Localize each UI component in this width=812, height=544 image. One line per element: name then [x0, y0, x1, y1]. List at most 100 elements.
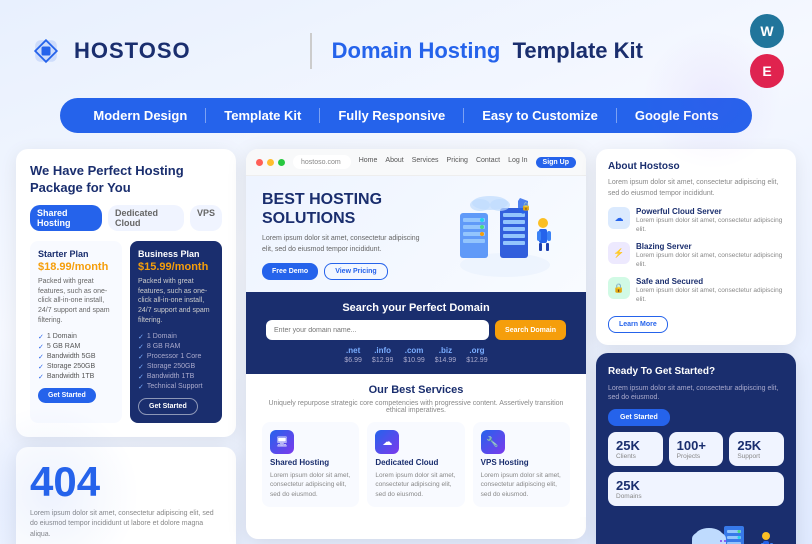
starter-plan: Starter Plan $18.99/month Packed with gr…: [30, 241, 122, 423]
cloud-server-text: Powerful Cloud Server Lorem ipsum dolor …: [636, 207, 784, 234]
stat-support-num: 25K: [737, 438, 776, 453]
right-panel: About Hostoso Lorem ipsum dolor sit amet…: [596, 149, 796, 539]
dot-yellow: [267, 159, 274, 166]
feature-responsive: Fully Responsive: [320, 108, 464, 123]
domain-search-section: Search your Perfect Domain Search Domain…: [246, 292, 586, 374]
nav-link-pricing[interactable]: Pricing: [447, 157, 468, 168]
blazing-server-text: Blazing Server Lorem ipsum dolor sit ame…: [636, 242, 784, 269]
browser-url-bar[interactable]: hostoso.com: [293, 155, 351, 169]
business-feature-3: Processor 1 Core: [138, 352, 214, 362]
hosting-card-title: We Have Perfect Hosting Package for You: [30, 163, 222, 197]
feature-bar: Modern Design Template Kit Fully Respons…: [60, 98, 752, 133]
stat-support: 25K Support: [729, 432, 784, 466]
stat-domains-num: 25K: [616, 478, 776, 493]
ext-org-price: $12.99: [466, 357, 487, 364]
nav-link-contact[interactable]: Contact: [476, 157, 500, 168]
logo-text: HOSTOSO: [74, 38, 191, 64]
tab-shared-hosting[interactable]: Shared Hosting: [30, 205, 102, 231]
nav-signup-button[interactable]: Sign Up: [536, 157, 576, 168]
feature-template-kit: Template Kit: [206, 108, 320, 123]
cloud-server-svg: [684, 516, 784, 544]
service-vps-hosting: 🔧 VPS Hosting Lorem ipsum dolor sit amet…: [473, 422, 570, 506]
website-content: BEST HOSTINGSOLUTIONS Lorem ipsum dolor …: [246, 176, 586, 538]
right-icons: W E: [750, 14, 784, 88]
stat-projects-num: 100+: [677, 438, 716, 453]
domain-search-button[interactable]: Search Domain: [495, 320, 566, 340]
dedicated-cloud-icon: ☁: [375, 430, 399, 454]
learn-more-button[interactable]: Learn More: [608, 316, 668, 333]
plans-row: Starter Plan $18.99/month Packed with gr…: [30, 241, 222, 423]
domain-search-input[interactable]: [266, 320, 489, 340]
blazing-server-desc: Lorem ipsum dolor sit amet, consectetur …: [636, 251, 784, 269]
ready-card: Ready To Get Started? Lorem ipsum dolor …: [596, 353, 796, 544]
error-code: 404: [30, 461, 100, 503]
logo-icon: [28, 33, 64, 69]
url-text: hostoso.com: [301, 159, 341, 166]
vps-hosting-desc: Lorem ipsum dolor sit amet, consectetur …: [481, 471, 562, 498]
ext-org-name: .org: [469, 346, 484, 355]
tab-dedicated-cloud[interactable]: Dedicated Cloud: [108, 205, 184, 231]
cloud-server-desc: Lorem ipsum dolor sit amet, consectetur …: [636, 216, 784, 234]
nav-link-login[interactable]: Log In: [508, 157, 527, 168]
main-title: Domain Hosting Template Kit: [332, 38, 643, 64]
starter-plan-price: $18.99/month: [38, 261, 114, 273]
vps-hosting-name: VPS Hosting: [481, 458, 529, 467]
stat-clients-label: Clients: [616, 453, 655, 460]
shared-hosting-name: Shared Hosting: [270, 458, 329, 467]
ext-info: .info $12.99: [372, 346, 393, 364]
feature-cloud-server: ☁ Powerful Cloud Server Lorem ipsum dolo…: [608, 207, 784, 234]
plan-tabs: Shared Hosting Dedicated Cloud VPS: [30, 205, 222, 231]
starter-get-started-button[interactable]: Get Started: [38, 388, 96, 403]
nav-link-services[interactable]: Services: [412, 157, 439, 168]
ext-net: .net $6.99: [344, 346, 362, 364]
business-get-started-button[interactable]: Get Started: [138, 398, 198, 415]
safe-secured-name: Safe and Secured: [636, 277, 784, 286]
title-part1: Domain Hosting: [332, 38, 501, 63]
shared-hosting-icon: 🖥: [270, 430, 294, 454]
vps-hosting-icon: 🔧: [481, 430, 505, 454]
safe-secured-icon-box: 🔒: [608, 277, 630, 299]
business-plan-desc: Packed with great features, such as one-…: [138, 277, 214, 326]
stat-support-label: Support: [737, 453, 776, 460]
ext-com: .com $10.99: [403, 346, 424, 364]
business-feature-4: Storage 250GB: [138, 362, 214, 372]
stat-projects: 100+ Projects: [669, 432, 724, 466]
hero-free-demo-button[interactable]: Free Demo: [262, 263, 318, 280]
dedicated-cloud-desc: Lorem ipsum dolor sit amet, consectetur …: [375, 471, 456, 498]
stat-domains-label: Domains: [616, 493, 776, 500]
business-feature-6: Technical Support: [138, 382, 214, 392]
ready-illustration: [608, 516, 784, 544]
nav-link-home[interactable]: Home: [359, 157, 378, 168]
about-title: About Hostoso: [608, 161, 784, 172]
ready-title: Ready To Get Started?: [608, 365, 784, 378]
stat-clients: 25K Clients: [608, 432, 663, 466]
service-dedicated-cloud: ☁ Dedicated Cloud Lorem ipsum dolor sit …: [367, 422, 464, 506]
hero-view-pricing-button[interactable]: View Pricing: [324, 263, 388, 280]
hero-image: 🔒: [440, 190, 570, 280]
domain-search-title: Search your Perfect Domain: [342, 302, 489, 314]
nav-link-about[interactable]: About: [385, 157, 403, 168]
hero-text: BEST HOSTINGSOLUTIONS Lorem ipsum dolor …: [262, 190, 430, 280]
feature-blazing-server: ⚡ Blazing Server Lorem ipsum dolor sit a…: [608, 242, 784, 269]
starter-feature-4: Storage 250GB: [38, 362, 114, 372]
ext-biz: .biz $14.99: [435, 346, 456, 364]
starter-feature-3: Bandwidth 5GB: [38, 352, 114, 362]
business-feature-1: 1 Domain: [138, 332, 214, 342]
business-plan-price: $15.99/month: [138, 261, 214, 273]
error-description: Lorem ipsum dolor sit amet, consectetur …: [30, 509, 222, 541]
starter-feature-2: 5 GB RAM: [38, 342, 114, 352]
business-plan: Business Plan $15.99/month Packed with g…: [130, 241, 222, 423]
feature-safe-secured: 🔒 Safe and Secured Lorem ipsum dolor sit…: [608, 277, 784, 304]
logo-area: HOSTOSO: [28, 33, 191, 69]
title-part2: Template Kit: [513, 38, 643, 63]
tab-vps[interactable]: VPS: [190, 205, 222, 231]
wordpress-icon: W: [750, 14, 784, 48]
ready-get-started-button[interactable]: Get Started: [608, 409, 670, 426]
blazing-server-icon-box: ⚡: [608, 242, 630, 264]
blazing-server-name: Blazing Server: [636, 242, 784, 251]
feature-modern-design: Modern Design: [75, 108, 206, 123]
dot-red: [256, 159, 263, 166]
about-card: About Hostoso Lorem ipsum dolor sit amet…: [596, 149, 796, 345]
dot-green: [278, 159, 285, 166]
feature-customize: Easy to Customize: [464, 108, 617, 123]
